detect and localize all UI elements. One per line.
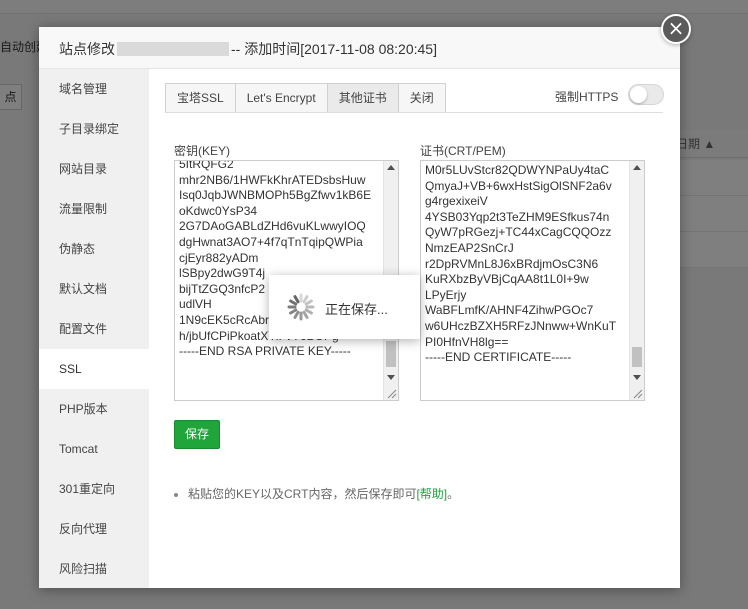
spinner-petal <box>289 299 298 306</box>
sidebar-item[interactable]: 网站目录 <box>39 149 149 189</box>
tab[interactable]: 关闭 <box>397 83 446 113</box>
sidebar-item[interactable]: 默认文档 <box>39 269 149 309</box>
key-scroll-thumb[interactable] <box>386 341 396 367</box>
force-https-label: 强制HTTPS <box>555 90 619 104</box>
sidebar-item[interactable]: 301重定向 <box>39 469 149 509</box>
save-button[interactable]: 保存 <box>174 420 220 449</box>
close-icon[interactable]: × <box>661 14 691 44</box>
help-link[interactable]: [帮助] <box>416 487 447 501</box>
scroll-down-icon[interactable] <box>633 375 641 380</box>
sidebar-item[interactable]: 反向代理 <box>39 509 149 549</box>
spinner-petal <box>293 295 300 304</box>
bullet-icon <box>174 492 178 497</box>
sidebar-item[interactable]: 子目录绑定 <box>39 109 149 149</box>
help-tip: 粘贴您的KEY以及CRT内容，然后保存即可[帮助]。 <box>174 485 459 502</box>
cert-label: 证书(CRT/PEM) <box>420 144 506 158</box>
sidebar-item[interactable]: 流量限制 <box>39 189 149 229</box>
ssl-tabs: 宝塔SSL Let's Encrypt 其他证书 关闭 <box>165 83 446 113</box>
spinner-petal <box>304 308 313 315</box>
modal-title: 站点修改 -- 添加时间[2017-11-08 08:20:45] <box>59 39 437 59</box>
sidebar-item[interactable]: 伪静态 <box>39 229 149 269</box>
spinner-petal <box>293 310 300 319</box>
modal-header: 站点修改 -- 添加时间[2017-11-08 08:20:45] <box>39 27 680 69</box>
saving-loading-dialog: 正在保存... <box>269 275 420 339</box>
sidebar-item[interactable]: 配置文件 <box>39 309 149 349</box>
tip-text: 粘贴您的KEY以及CRT内容，然后保存即可 <box>188 487 417 501</box>
spinner-petal <box>304 299 313 306</box>
spinner-petal <box>302 310 309 319</box>
tip-end: 。 <box>447 487 460 501</box>
scroll-up-icon[interactable] <box>387 165 395 170</box>
sidebar-item[interactable]: 域名管理 <box>39 69 149 109</box>
toggle-knob <box>630 86 647 103</box>
scroll-up-icon[interactable] <box>633 165 641 170</box>
resize-grip-icon[interactable] <box>385 387 397 399</box>
modal-title-suffix: -- 添加时间[2017-11-08 08:20:45] <box>231 41 437 57</box>
tab[interactable]: 其他证书 <box>326 83 398 113</box>
spinner-icon <box>287 293 315 321</box>
resize-grip-icon[interactable] <box>631 387 643 399</box>
cert-scrollbar[interactable] <box>629 161 644 400</box>
redacted-site-name <box>117 42 229 56</box>
sidebar-item[interactable]: Tomcat <box>39 429 149 469</box>
cert-text: M0r5LUvStcr82QDWYNPaUy4taC QmyaJ+VB+6wxH… <box>425 163 617 365</box>
modal-sidebar: 域名管理 子目录绑定 网站目录 流量限制 伪静态 默认文档 配置文件 SSL PHP版本 Tomc… <box>39 69 149 588</box>
tab[interactable]: 宝塔SSL <box>165 83 235 113</box>
spinner-petal <box>289 308 298 315</box>
spinner-petal <box>302 295 309 304</box>
sidebar-item[interactable]: 风险扫描 <box>39 549 149 589</box>
modal-title-prefix: 站点修改 <box>59 41 115 57</box>
sidebar-item[interactable]: PHP版本 <box>39 389 149 429</box>
tabs-divider <box>165 112 663 113</box>
tab[interactable]: Let's Encrypt <box>234 83 327 113</box>
key-label: 密钥(KEY) <box>174 144 231 158</box>
loading-text: 正在保存... <box>325 302 388 317</box>
scroll-down-icon[interactable] <box>387 375 395 380</box>
sidebar-item[interactable]: SSL <box>39 349 149 389</box>
cert-scroll-thumb[interactable] <box>632 347 642 367</box>
cert-textarea[interactable]: M0r5LUvStcr82QDWYNPaUy4taC QmyaJ+VB+6wxH… <box>420 160 645 401</box>
force-https-toggle[interactable] <box>628 84 664 105</box>
